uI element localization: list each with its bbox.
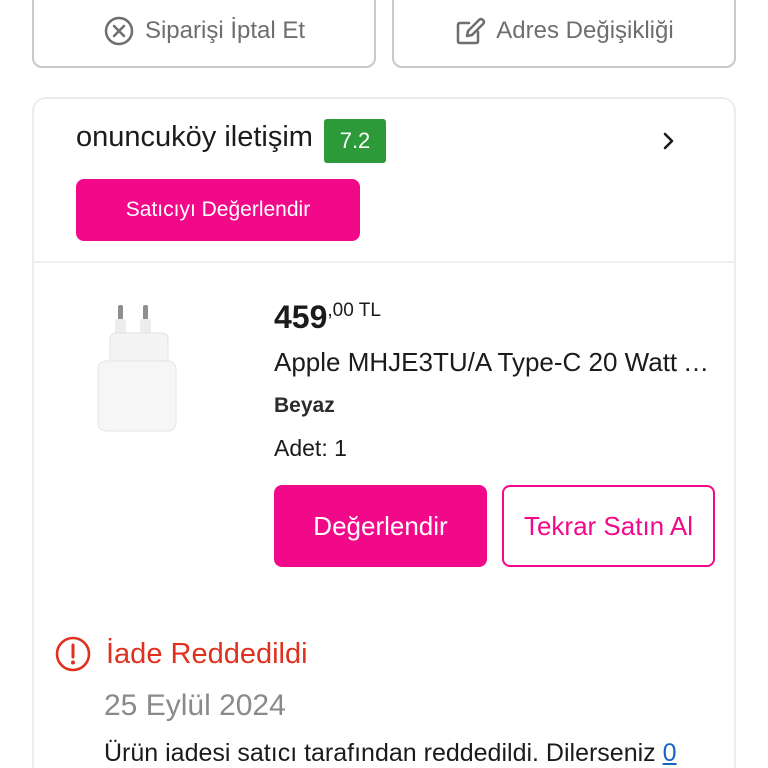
close-circle-icon [104,16,134,46]
seller-name[interactable]: onuncuköy iletişim [76,121,313,154]
return-date: 25 Eylül 2024 [104,689,286,722]
rebuy-button[interactable]: Tekrar Satın Al [502,485,715,567]
return-status-title: İade Reddedildi [106,637,308,670]
seller-rating-badge: 7.2 [324,119,386,163]
return-description-link[interactable]: 0 [663,739,677,767]
chevron-right-icon[interactable] [660,125,680,157]
return-status: İade Reddedildi [54,635,308,673]
edit-icon [457,17,486,45]
address-change-label: Adres Değişikliği [496,17,674,44]
return-description-text: Ürün iadesi satıcı tarafından reddedildi… [104,739,663,767]
order-card: onuncuköy iletişim 7.2 Satıcıyı Değerlen… [32,97,736,768]
product-quantity: Adet: 1 [274,435,347,461]
cancel-order-button[interactable]: Siparişi İptal Et [32,0,376,68]
rate-product-button[interactable]: Değerlendir [274,485,487,567]
product-image[interactable] [96,299,196,435]
product-price: 459,00 TL [274,299,381,336]
rate-seller-button[interactable]: Satıcıyı Değerlendir [76,179,360,241]
address-change-button[interactable]: Adres Değişikliği [392,0,736,68]
divider [34,261,734,263]
product-color: Beyaz [274,394,335,417]
product-title[interactable]: Apple MHJE3TU/A Type-C 20 Watt Adaptör [274,347,714,378]
cancel-order-label: Siparişi İptal Et [144,17,306,44]
alert-circle-icon [55,636,91,672]
return-description: Ürün iadesi satıcı tarafından reddedildi… [104,739,677,768]
top-actions: Siparişi İptal Et Adres Değişikliği [32,0,736,68]
seller-row[interactable]: onuncuköy iletişim [76,121,313,154]
price-cents: ,00 TL [327,300,381,321]
price-main: 459 [274,299,328,335]
